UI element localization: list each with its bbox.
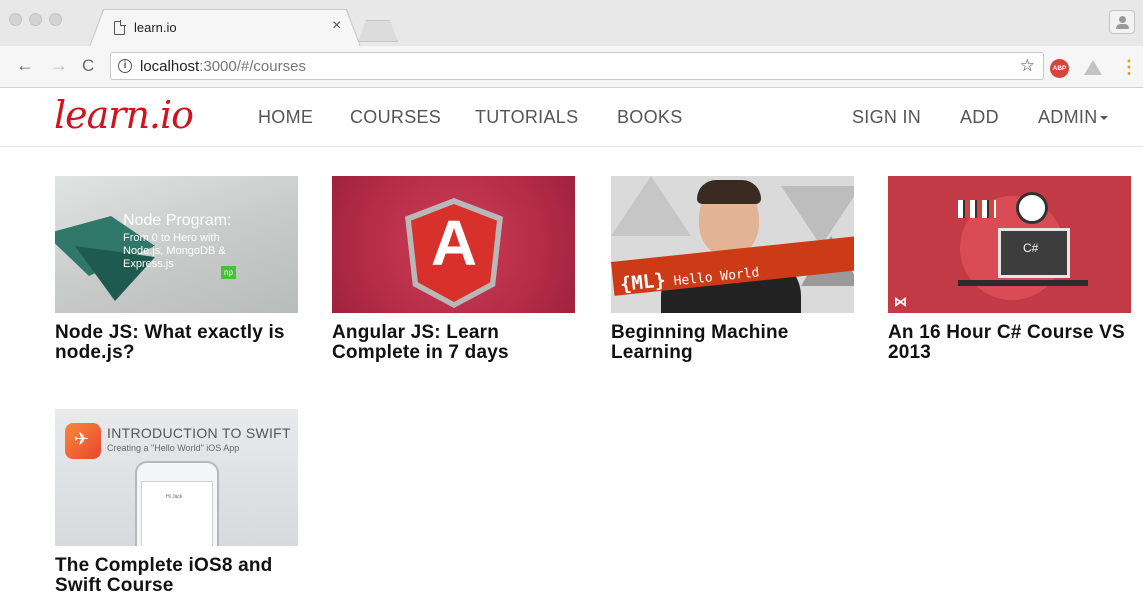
nav-admin-dropdown[interactable]: ADMIN: [1038, 107, 1108, 128]
visual-studio-icon: ⋈: [894, 294, 907, 309]
window-minimize-dot[interactable]: [29, 13, 42, 26]
books-icon: [958, 200, 996, 218]
browser-tab-active[interactable]: [90, 10, 360, 47]
forward-icon[interactable]: →: [50, 55, 68, 76]
thumb-title: INTRODUCTION TO SWIFT: [107, 425, 291, 441]
course-card[interactable]: INTRODUCTION TO SWIFT Creating a "Hello …: [55, 409, 298, 596]
course-thumbnail[interactable]: Node Program: From 0 to Hero with Node.j…: [55, 176, 298, 313]
nav-courses[interactable]: COURSES: [350, 107, 441, 128]
course-thumbnail[interactable]: INTRODUCTION TO SWIFT Creating a "Hello …: [55, 409, 298, 546]
url-host: localhost: [140, 58, 200, 75]
nav-home[interactable]: HOME: [258, 107, 313, 128]
address-bar[interactable]: i localhost:3000/#/courses ☆: [110, 52, 1044, 80]
phone-screen-text: Hi Jack: [166, 494, 183, 500]
new-tab-button[interactable]: [358, 20, 398, 42]
info-icon[interactable]: i: [118, 59, 132, 73]
course-title[interactable]: Angular JS: Learn Complete in 7 days: [332, 323, 575, 363]
phone-screen: Hi Jack: [141, 481, 213, 546]
browser-toolbar: ← → C i localhost:3000/#/courses ☆ ABP ⋮: [0, 46, 1143, 88]
browser-tab-bar: learn.io ×: [0, 0, 1143, 47]
course-title[interactable]: An 16 Hour C# Course VS 2013: [888, 323, 1131, 363]
url-path: :3000/#/courses: [199, 58, 306, 75]
drive-icon[interactable]: [1084, 60, 1102, 75]
nav-tutorials[interactable]: TUTORIALS: [475, 107, 578, 128]
profile-icon[interactable]: [1109, 10, 1135, 34]
course-card[interactable]: Node Program: From 0 to Hero with Node.j…: [55, 176, 298, 363]
reload-icon[interactable]: C: [82, 56, 94, 76]
angular-logo-letter: A: [430, 207, 478, 279]
back-icon[interactable]: ←: [16, 55, 34, 76]
address-url[interactable]: localhost:3000/#/courses: [140, 58, 306, 75]
course-thumbnail[interactable]: {ML} Hello World: [611, 176, 854, 313]
course-thumbnail[interactable]: A: [332, 176, 575, 313]
thumb-decoration: [611, 176, 691, 236]
monitor-icon: C#: [998, 228, 1070, 278]
browser-menu-icon[interactable]: ⋮: [1120, 57, 1138, 78]
monitor-text: C#: [1023, 241, 1039, 255]
desk: [958, 280, 1088, 286]
course-card[interactable]: A Angular JS: Learn Complete in 7 days: [332, 176, 575, 363]
course-title[interactable]: The Complete iOS8 and Swift Course: [55, 556, 298, 596]
caret-down-icon: [1099, 116, 1108, 121]
tab-title: learn.io: [134, 20, 177, 35]
thumb-badge: np: [221, 266, 236, 279]
clock-icon: [1016, 192, 1048, 224]
site-navbar: learn.io HOME COURSES TUTORIALS BOOKS SI…: [0, 89, 1143, 147]
course-card[interactable]: C# ⋈ An 16 Hour C# Course VS 2013: [888, 176, 1131, 363]
nav-add[interactable]: ADD: [960, 107, 999, 128]
window-close-dot[interactable]: [9, 13, 22, 26]
course-title[interactable]: Node JS: What exactly is node.js?: [55, 323, 298, 363]
nav-admin-label: ADMIN: [1038, 107, 1098, 127]
bookmark-star-icon[interactable]: ☆: [1020, 56, 1035, 76]
window-zoom-dot[interactable]: [49, 13, 62, 26]
presenter-hair: [697, 180, 761, 204]
page-icon: [114, 20, 126, 35]
course-card[interactable]: {ML} Hello World Beginning Machine Learn…: [611, 176, 854, 363]
site-logo[interactable]: learn.io: [54, 93, 194, 137]
thumb-title: Node Program:: [123, 212, 232, 229]
nav-books[interactable]: BOOKS: [617, 107, 683, 128]
adblock-icon[interactable]: ABP: [1050, 59, 1069, 78]
course-title[interactable]: Beginning Machine Learning: [611, 323, 854, 363]
nav-sign-in[interactable]: SIGN IN: [852, 107, 921, 128]
course-thumbnail[interactable]: C# ⋈: [888, 176, 1131, 313]
thumb-subtitle: Creating a "Hello World" iOS App: [107, 443, 240, 453]
swift-logo-icon: [65, 423, 101, 459]
ml-tag: {ML}: [619, 269, 667, 296]
tab-close-icon[interactable]: ×: [332, 17, 341, 35]
